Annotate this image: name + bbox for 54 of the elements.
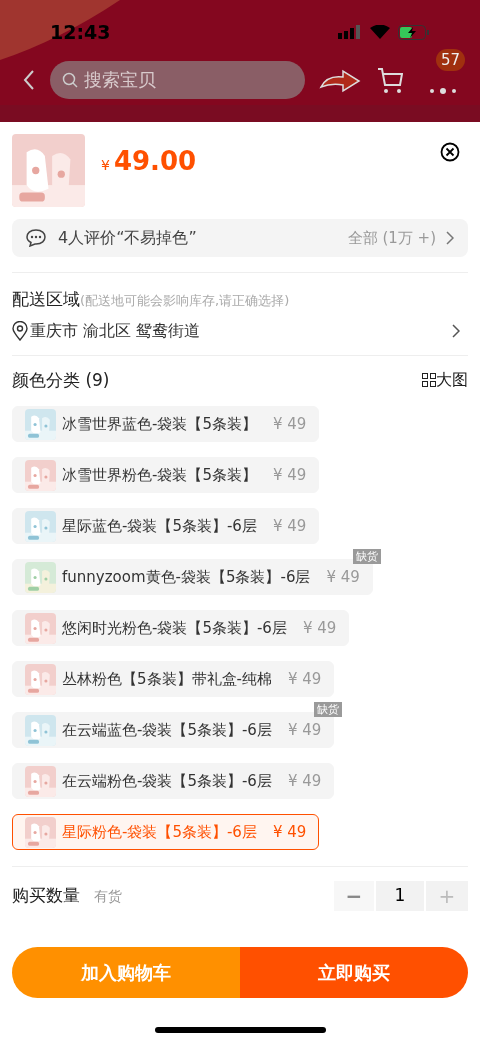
- variant-price: ¥ 49: [287, 668, 322, 690]
- search-icon: [62, 71, 78, 88]
- variant-option[interactable]: 悠闲时光粉色-袋装【5条装】-6层 ¥ 49: [12, 610, 350, 646]
- price: 49.00: [113, 145, 197, 178]
- more-icon[interactable]: [428, 86, 458, 95]
- status-time: 12:43: [50, 20, 111, 45]
- section-title: 颜色分类 (9): [12, 368, 110, 392]
- variant-option[interactable]: 在云端粉色-袋装【5条装】-6层 ¥ 49: [12, 763, 335, 799]
- variant-option[interactable]: 丛林粉色【5条装】带礼盒-纯棉 ¥ 49: [12, 661, 335, 697]
- variant-option[interactable]: 冰雪世界蓝色-袋装【5条装】 ¥ 49: [12, 406, 320, 442]
- signal-icon: [338, 25, 362, 40]
- variant-name: 悠闲时光粉色-袋装【5条装】-6层: [62, 617, 287, 639]
- quantity-label: 购买数量: [12, 884, 80, 908]
- address-row[interactable]: 重庆市 渝北区 鸳鸯街道: [12, 318, 468, 343]
- wifi-icon: [370, 25, 390, 40]
- variant-price: ¥ 49: [302, 617, 337, 639]
- variant-name: funnyzoom黄色-袋装【5条装】-6层: [62, 566, 311, 588]
- review-summary: 4人评价“不易掉色”: [58, 227, 197, 249]
- quantity-value: 1: [376, 881, 424, 911]
- variant-price: ¥ 49: [272, 515, 307, 537]
- variant-price: ¥ 49: [287, 719, 322, 741]
- location-pin-icon: [12, 320, 28, 341]
- stock-status: 有货: [94, 886, 122, 906]
- close-icon[interactable]: [440, 142, 460, 162]
- back-icon[interactable]: [22, 68, 36, 91]
- out-of-stock-badge: 缺货: [314, 702, 343, 717]
- variant-price: ¥ 49: [287, 770, 322, 792]
- variant-name: 星际蓝色-袋装【5条装】-6层: [62, 515, 257, 537]
- variant-price: ¥ 49: [272, 413, 307, 435]
- currency-symbol: ¥: [101, 156, 110, 175]
- variant-name: 冰雪世界粉色-袋装【5条装】: [62, 464, 257, 486]
- variant-price: ¥ 49: [272, 821, 307, 843]
- battery-icon: [398, 24, 430, 40]
- review-bar[interactable]: 4人评价“不易掉色” 全部 (1万 +): [12, 219, 468, 257]
- search-field[interactable]: 搜索宝贝: [50, 60, 305, 99]
- chevron-right-icon: [446, 231, 454, 245]
- variant-name: 冰雪世界蓝色-袋装【5条装】: [62, 413, 257, 435]
- variant-option[interactable]: 冰雪世界粉色-袋装【5条装】 ¥ 49: [12, 457, 320, 493]
- variant-name: 丛林粉色【5条装】带礼盒-纯棉: [62, 668, 272, 690]
- section-title: 配送区域: [12, 288, 80, 311]
- grid-icon: [422, 373, 436, 388]
- address: 重庆市 渝北区 鸳鸯街道: [30, 319, 201, 342]
- delivery-note: (配送地可能会影响库存,请正确选择): [80, 293, 290, 310]
- variant-price: ¥ 49: [326, 566, 360, 588]
- cart-icon[interactable]: [377, 65, 403, 94]
- variant-name: 在云端粉色-袋装【5条装】-6层: [62, 770, 272, 792]
- out-of-stock-badge: 缺货: [352, 549, 381, 564]
- variant-name: 在云端蓝色-袋装【5条装】-6层: [62, 719, 272, 741]
- big-image-button[interactable]: 大图: [422, 368, 468, 393]
- variant-option[interactable]: 星际蓝色-袋装【5条装】-6层 ¥ 49: [12, 508, 320, 544]
- variant-price: ¥ 49: [272, 464, 307, 486]
- chat-icon: [26, 229, 46, 247]
- variant-name: 星际粉色-袋装【5条装】-6层: [62, 821, 257, 843]
- chevron-right-icon: [452, 323, 460, 338]
